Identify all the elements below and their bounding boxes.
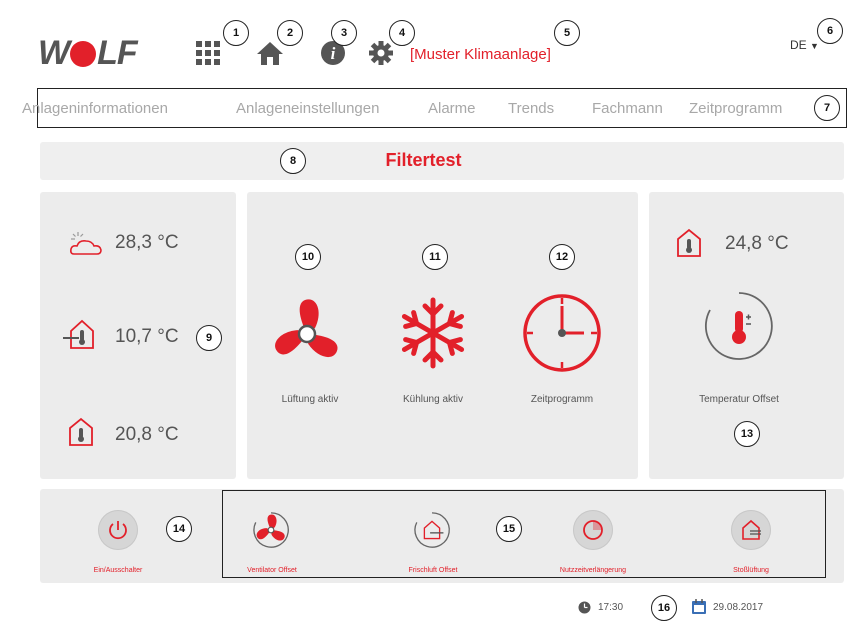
fresh-air-offset-label: Frischluft Offset [408,567,458,574]
footer-date: 29.08.2017 [713,602,764,613]
boost-ventilation-label: Stoßlüftung [733,567,769,574]
svg-text:i: i [331,44,336,63]
page-title: Filtertest [385,150,462,170]
snowflake-icon[interactable] [398,296,468,375]
room-temperature-right: 24,8 °C [725,233,789,254]
fresh-air-temperature-icon [62,318,98,355]
language-selector[interactable]: DE ▼ [790,38,819,52]
callout-11: 11 [422,244,448,270]
language-value: DE [790,38,807,52]
power-label: Ein/Ausschalter [93,567,143,574]
schedule-label: Zeitprogramm [530,394,594,405]
cooling-status-label: Kühlung aktiv [402,394,464,405]
fan-offset-label: Ventilator Offset [247,567,297,574]
clock-icon[interactable] [522,293,602,378]
fresh-air-offset-button[interactable] [412,510,452,550]
room-temperature: 20,8 °C [115,424,179,445]
fresh-air-temperature: 10,7 °C [115,326,179,347]
callout-15: 15 [496,516,522,542]
power-button[interactable] [98,510,138,550]
home-icon[interactable] [255,40,285,66]
callout-16: 16 [651,595,677,621]
nav-item-anlageneinstellungen[interactable]: Anlageneinstellungen [236,100,379,117]
apps-grid-icon[interactable] [195,40,221,66]
fan-offset-button[interactable] [251,510,291,550]
temperature-offset-icon[interactable] [702,289,776,368]
usage-extension-label: Nutzzeitverlängerung [559,567,627,574]
callout-1: 1 [223,20,249,46]
callout-2: 2 [277,20,303,46]
power-icon [109,521,127,540]
wolf-logo: W LF [38,34,138,72]
fan-icon[interactable] [269,296,345,377]
room-temperature-icon-right [676,228,702,263]
footer-time: 17:30 [598,602,624,613]
chevron-down-icon: ▼ [810,41,819,51]
outdoor-temperature: 28,3 °C [115,232,179,253]
nav-item-trends[interactable]: Trends [508,100,554,117]
room-temperature-icon [68,417,94,452]
usage-extension-button[interactable] [573,510,613,550]
fan-status-label: Lüftung aktiv [281,394,339,405]
callout-13: 13 [734,421,760,447]
callout-4: 4 [389,20,415,46]
callout-10: 10 [295,244,321,270]
fan-offset-icon [253,512,289,548]
clock-small-icon [578,601,591,619]
callout-5: 5 [554,20,580,46]
system-name: [Muster Klimaanlage] [410,46,551,63]
calendar-icon [691,598,707,620]
weather-icon [68,230,104,261]
callout-12: 12 [549,244,575,270]
callout-6: 6 [817,18,843,44]
nav-item-fachmann[interactable]: Fachmann [592,100,663,117]
nav-item-alarme[interactable]: Alarme [428,100,476,117]
boost-ventilation-button[interactable] [731,510,771,550]
callout-14: 14 [166,516,192,542]
callout-8: 8 [280,148,306,174]
logo-red-dot [70,40,97,67]
callout-7: 7 [814,95,840,121]
temperature-offset-label: Temperatur Offset [699,394,779,405]
gear-icon[interactable] [368,40,394,66]
fresh-air-offset-icon [414,512,450,548]
callout-9: 9 [196,325,222,351]
boost-ventilation-icon [742,519,761,540]
nav-item-zeitprogramm[interactable]: Zeitprogramm [689,100,782,117]
callout-3: 3 [331,20,357,46]
nav-item-anlageninformationen[interactable]: Anlageninformationen [22,100,168,117]
clock-offset-icon [583,520,603,540]
